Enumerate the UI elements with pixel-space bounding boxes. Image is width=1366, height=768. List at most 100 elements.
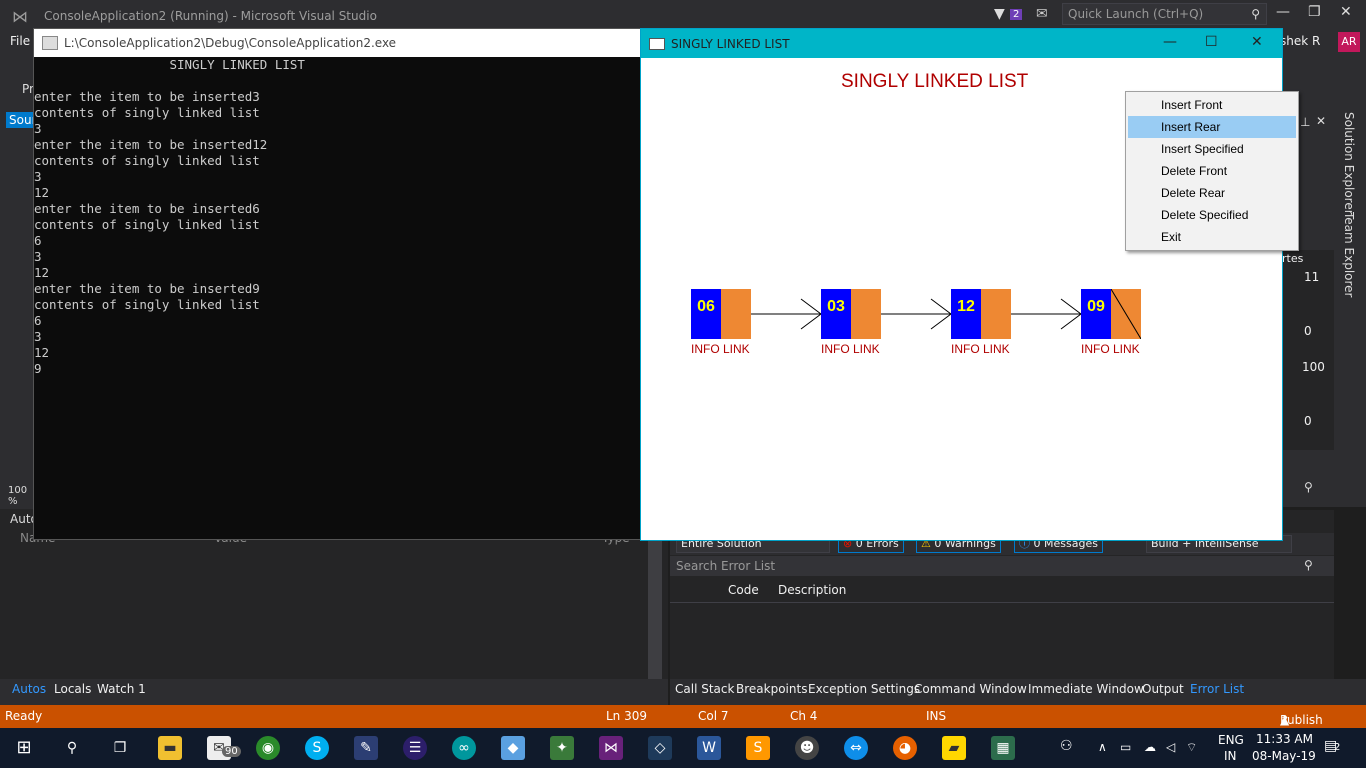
console-output: SINGLY LINKED LIST enter the item to be …	[34, 57, 305, 376]
teamviewer-icon[interactable]: ⇔	[844, 736, 868, 760]
console-title-bar[interactable]: L:\ConsoleApplication2\Debug\ConsoleAppl…	[34, 29, 641, 57]
console-title: L:\ConsoleApplication2\Debug\ConsoleAppl…	[64, 36, 397, 50]
error-search-placeholder: Search Error List	[676, 559, 776, 573]
task-view-icon[interactable]: ❐	[108, 736, 132, 760]
tab-team-explorer[interactable]: Team Explorer	[1342, 212, 1356, 298]
menu-file[interactable]: File	[10, 34, 30, 48]
search-icon[interactable]: ⚲	[1304, 480, 1313, 494]
file-explorer-icon[interactable]: ▬	[158, 736, 182, 760]
windows-start-icon[interactable]: ⊞	[12, 736, 36, 760]
node-3: 12 INFO LINK	[951, 289, 1011, 356]
props-label: rtes	[1282, 252, 1304, 265]
menu-item-label: Insert Specified	[1161, 142, 1244, 156]
notification-filter-icon[interactable]: ▼	[994, 6, 1005, 22]
arduino-icon[interactable]: ∞	[452, 736, 476, 760]
sticky-notes-icon[interactable]: ▰	[942, 736, 966, 760]
volume-icon[interactable]: ◁	[1166, 740, 1175, 754]
notification-badge: 2	[1010, 9, 1023, 20]
menu-delete-rear[interactable]: Delete Rear	[1128, 182, 1296, 204]
firefox-icon[interactable]: ◕	[893, 736, 917, 760]
tab-watch-1[interactable]: Watch 1	[97, 682, 146, 696]
menu-insert-specified[interactable]: Insert Specified	[1128, 138, 1296, 160]
user-name[interactable]: shek R	[1280, 34, 1320, 48]
left-dock: Pr Sour 100 %	[0, 52, 34, 522]
node-value: 03	[827, 298, 845, 315]
lang-primary[interactable]: ENG	[1218, 733, 1244, 747]
props-value-4: 0	[1304, 414, 1312, 428]
eclipse-icon[interactable]: ☰	[403, 736, 427, 760]
tab-error-list[interactable]: Error List	[1190, 682, 1244, 696]
close-button[interactable]: ✕	[1340, 4, 1352, 20]
props-value-2: 0	[1304, 324, 1312, 338]
feedback-icon[interactable]: ✉	[1036, 6, 1048, 22]
autos-scrollbar[interactable]	[648, 539, 662, 679]
node-link	[721, 289, 751, 339]
menu-insert-front[interactable]: Insert Front	[1128, 94, 1296, 116]
menu-delete-specified[interactable]: Delete Specified	[1128, 204, 1296, 226]
col-description[interactable]: Description	[778, 583, 846, 597]
status-char: Ch 4	[790, 709, 818, 723]
menu-delete-front[interactable]: Delete Front	[1128, 160, 1296, 182]
right-sidebar-tabs: Solution Explorer Team Explorer	[1336, 106, 1366, 306]
clock-date[interactable]: 08-May-19	[1252, 749, 1316, 763]
app-icon-2[interactable]: ☻	[795, 736, 819, 760]
minimize-button[interactable]: —	[1276, 4, 1290, 20]
wifi-icon[interactable]: ⌔	[1186, 740, 1197, 755]
console-window[interactable]: L:\ConsoleApplication2\Debug\ConsoleAppl…	[33, 28, 642, 540]
tab-immediate-window[interactable]: Immediate Window	[1028, 682, 1144, 696]
graphics-app-icon[interactable]: ▦	[991, 736, 1015, 760]
tab-call-stack[interactable]: Call Stack	[675, 682, 734, 696]
node-value: 09	[1087, 298, 1105, 315]
tab-command-window[interactable]: Command Window	[914, 682, 1027, 696]
chrome-icon[interactable]: ◉	[256, 736, 280, 760]
chevron-up-icon[interactable]: ∧	[1098, 740, 1107, 754]
zoom-level[interactable]: 100 %	[8, 485, 34, 507]
tab-breakpoints[interactable]: Breakpoints	[736, 682, 807, 696]
menu-item-label: Exit	[1161, 230, 1182, 244]
app-icon-1[interactable]: ✎	[354, 736, 378, 760]
network-icon[interactable]: ☁	[1144, 740, 1156, 754]
menu-exit[interactable]: Exit	[1128, 226, 1296, 248]
quick-launch-placeholder: Quick Launch (Ctrl+Q)	[1068, 7, 1204, 21]
search-icon[interactable]: ⚲	[1304, 558, 1313, 572]
menu-insert-rear[interactable]: Insert Rear	[1128, 116, 1296, 138]
visual-studio-icon[interactable]: ⋈	[599, 736, 623, 760]
error-search-input[interactable]: Search Error List	[670, 556, 1334, 576]
col-code[interactable]: Code	[728, 583, 759, 597]
tab-output[interactable]: Output	[1142, 682, 1184, 696]
bottom-tabs: Call Stack Breakpoints Exception Setting…	[670, 679, 1366, 705]
node-label: INFO LINK	[821, 342, 880, 356]
maximize-button[interactable]: ❐	[1308, 4, 1321, 20]
action-center-badge: 2	[1334, 742, 1341, 753]
cube-app-icon[interactable]: ◇	[648, 736, 672, 760]
tab-solution-explorer[interactable]: Solution Explorer	[1342, 112, 1356, 215]
node-info: 09	[1081, 289, 1111, 339]
pin-icon[interactable]: ⊥	[1300, 115, 1310, 129]
skype-icon[interactable]: S	[305, 736, 329, 760]
node-label: INFO LINK	[691, 342, 750, 356]
menu-item-label: Delete Specified	[1161, 208, 1249, 222]
tab-source[interactable]: Sour	[6, 112, 34, 128]
lang-secondary[interactable]: IN	[1224, 749, 1237, 763]
word-icon[interactable]: W	[697, 736, 721, 760]
null-link-slash	[1110, 288, 1142, 340]
search-icon[interactable]: ⚲	[60, 736, 84, 760]
clock-time[interactable]: 11:33 AM	[1256, 732, 1313, 746]
properties-panel: rtes 11 0 100 0	[1282, 250, 1334, 450]
battery-icon[interactable]: ▭	[1120, 740, 1131, 754]
tab-locals[interactable]: Locals	[54, 682, 91, 696]
node-1: 06 INFO LINK	[691, 289, 751, 356]
avatar[interactable]: AR	[1338, 32, 1360, 52]
context-menu: Insert Front Insert Rear Insert Specifie…	[1125, 91, 1299, 251]
node-label: INFO LINK	[951, 342, 1010, 356]
node-2: 03 INFO LINK	[821, 289, 881, 356]
tab-exception-settings[interactable]: Exception Settings	[808, 682, 920, 696]
quick-launch-input[interactable]: Quick Launch (Ctrl+Q) ⚲	[1062, 3, 1267, 25]
virtualbox-icon[interactable]: ◆	[501, 736, 525, 760]
menu-item-label: Delete Rear	[1161, 186, 1226, 200]
sublime-icon[interactable]: S	[746, 736, 770, 760]
close-panel-icon[interactable]: ✕	[1316, 114, 1326, 128]
tab-autos[interactable]: Autos	[12, 682, 46, 696]
people-icon[interactable]: ⚇	[1060, 738, 1073, 754]
android-studio-icon[interactable]: ✦	[550, 736, 574, 760]
